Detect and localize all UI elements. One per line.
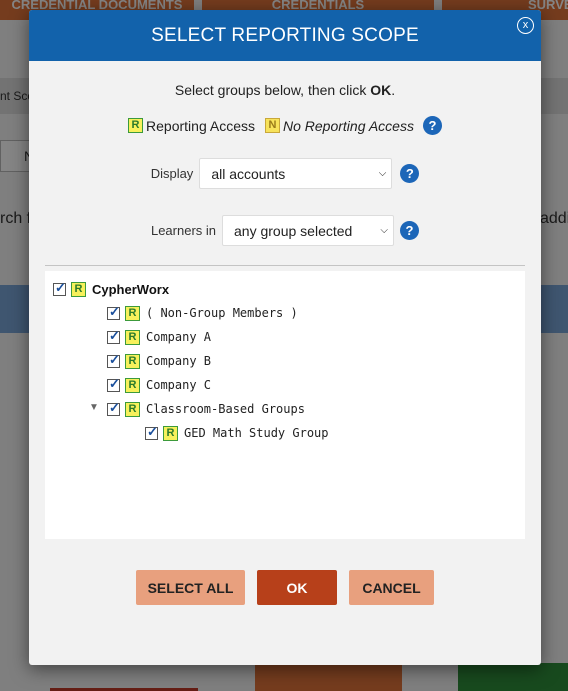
- ok-button[interactable]: OK: [257, 570, 337, 605]
- no-reporting-access-icon: N: [264, 118, 280, 133]
- tree-node-company-a[interactable]: R Company A: [107, 328, 211, 346]
- learners-select[interactable]: any group selected ⌵: [222, 215, 395, 246]
- group-tree: R CypherWorx R ( Non-Group Members ) R C…: [45, 271, 525, 539]
- checkbox-company-a[interactable]: [107, 328, 120, 344]
- tree-node-company-c[interactable]: R Company C: [107, 376, 211, 394]
- tree-node-label: CypherWorx: [92, 281, 170, 297]
- legend-reporting-access: R Reporting Access: [128, 118, 255, 134]
- legend-no-reporting-access-label: No Reporting Access: [282, 117, 414, 134]
- checkbox-non-group-members[interactable]: [107, 304, 120, 320]
- checkbox-company-b[interactable]: [107, 352, 120, 368]
- display-help-icon[interactable]: ?: [400, 164, 420, 183]
- dialog-title: SELECT REPORTING SCOPE: [151, 24, 419, 46]
- tree-node-cypherworx[interactable]: R CypherWorx: [53, 280, 169, 298]
- instructions-text: Select groups below, then click OK.: [174, 82, 396, 98]
- display-select[interactable]: all accounts ⌵: [199, 158, 393, 189]
- legend-reporting-access-label: Reporting Access: [146, 117, 255, 134]
- tree-node-label: Company C: [146, 378, 212, 392]
- chevron-down-icon: ⌵: [378, 168, 387, 179]
- chevron-down-icon: ⌵: [380, 225, 389, 236]
- checkbox-classroom-based-groups[interactable]: [107, 400, 120, 416]
- tree-node-label: Company B: [146, 354, 212, 368]
- dialog-header: SELECT REPORTING SCOPE x: [29, 10, 541, 61]
- display-label: Display: [150, 166, 194, 181]
- access-legend: R Reporting Access N No Reporting Access…: [29, 116, 541, 135]
- checkbox-company-c[interactable]: [107, 376, 120, 392]
- reporting-access-icon: R: [125, 401, 140, 417]
- close-button[interactable]: x: [517, 17, 534, 34]
- tree-node-label: GED Math Study Group: [184, 426, 329, 440]
- tree-node-label: ( Non-Group Members ): [146, 306, 298, 320]
- instructions-ok-emphasis: OK: [370, 82, 392, 98]
- reporting-access-icon: R: [125, 305, 140, 321]
- reporting-access-icon: R: [125, 353, 140, 369]
- tree-node-label: Company A: [146, 330, 212, 344]
- reporting-access-icon: R: [163, 425, 178, 441]
- legend-no-reporting-access: N No Reporting Access: [264, 117, 414, 134]
- reporting-access-icon: R: [125, 377, 140, 393]
- learners-select-value: any group selected: [234, 222, 353, 239]
- select-all-button[interactable]: SELECT ALL: [136, 570, 245, 605]
- display-select-value: all accounts: [211, 165, 286, 182]
- cancel-button[interactable]: CANCEL: [349, 570, 434, 605]
- tree-node-classroom-based-groups[interactable]: R Classroom-Based Groups: [107, 400, 305, 418]
- legend-help-icon[interactable]: ?: [422, 116, 442, 135]
- learners-row: Learners in any group selected ⌵ ?: [29, 215, 541, 246]
- divider: [45, 265, 525, 266]
- learners-label: Learners in: [150, 223, 217, 238]
- tree-node-label: Classroom-Based Groups: [146, 402, 305, 416]
- tree-node-non-group-members[interactable]: R ( Non-Group Members ): [107, 304, 298, 322]
- checkbox-ged-math-study-group[interactable]: [145, 424, 158, 440]
- checkbox-cypherworx[interactable]: [53, 280, 66, 296]
- tree-expand-triangle-icon[interactable]: ▼: [89, 402, 99, 413]
- reporting-access-icon: R: [71, 281, 86, 297]
- tree-node-company-b[interactable]: R Company B: [107, 352, 211, 370]
- learners-help-icon[interactable]: ?: [400, 221, 420, 240]
- reporting-access-icon: R: [125, 329, 140, 345]
- display-row: Display all accounts ⌵ ?: [29, 158, 541, 189]
- tree-node-ged-math-study-group[interactable]: R GED Math Study Group: [145, 424, 329, 442]
- reporting-access-icon: R: [128, 118, 144, 133]
- reporting-scope-dialog: SELECT REPORTING SCOPE x Select groups b…: [29, 10, 541, 665]
